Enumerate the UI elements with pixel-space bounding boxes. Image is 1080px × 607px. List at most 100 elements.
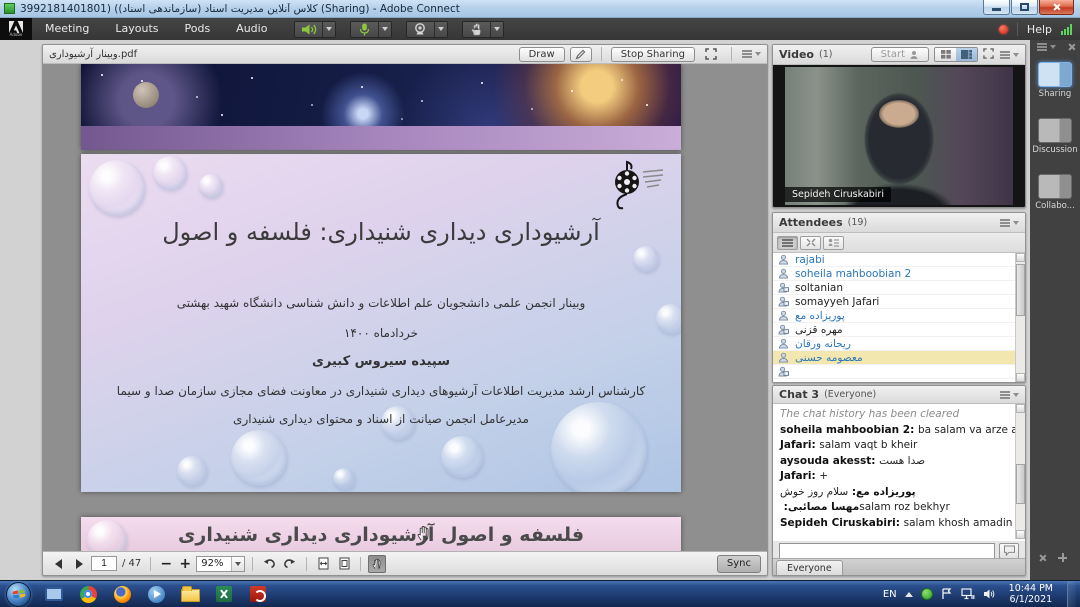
attendee-row[interactable]: ریحانه ورقان <box>773 337 1025 351</box>
attendee-row[interactable]: soltanian <box>773 281 1025 295</box>
delete-layout-icon[interactable] <box>1038 554 1046 562</box>
layout-discussion[interactable]: Discussion <box>1030 118 1080 155</box>
attendee-row[interactable]: rajabi <box>773 253 1025 267</box>
attendees-scrollbar[interactable] <box>1015 253 1025 382</box>
chat-scrollbar[interactable] <box>1015 404 1025 539</box>
desktop: 3992181401801) (کلاس آنلاین مدیریت اسناد… <box>0 0 1080 607</box>
grid-view-button[interactable] <box>935 48 956 61</box>
stop-sharing-button[interactable]: Stop Sharing <box>611 47 695 62</box>
attendee-row[interactable]: پوریزاده مع <box>773 309 1025 323</box>
zoom-out-button[interactable]: − <box>158 555 174 573</box>
zoom-dropdown-icon[interactable] <box>231 557 244 571</box>
start-button[interactable] <box>6 582 31 607</box>
connection-status-icon[interactable] <box>1061 24 1072 35</box>
microphone-button[interactable] <box>351 22 378 37</box>
layout-bar-close-icon[interactable] <box>1067 43 1075 51</box>
pointer-tool-button[interactable] <box>570 47 592 62</box>
host-icon <box>778 324 789 335</box>
chat-messages[interactable]: The chat history has been cleared soheil… <box>773 404 1025 539</box>
window-title: 3992181401801) (کلاس آنلاین مدیریت اسناد… <box>20 3 460 15</box>
participant-icon <box>778 268 789 279</box>
next-page-button[interactable] <box>70 555 88 573</box>
microphone-dropdown[interactable] <box>378 22 391 37</box>
webcam-dropdown[interactable] <box>434 22 447 37</box>
chat-input[interactable] <box>779 543 995 559</box>
host-icon <box>778 296 789 307</box>
add-layout-icon[interactable] <box>1058 553 1067 562</box>
attendee-status-view-button[interactable] <box>823 236 844 250</box>
network-icon[interactable] <box>961 588 975 600</box>
start-webcam-button[interactable]: Start <box>871 47 929 62</box>
help-menu[interactable]: Help <box>1027 23 1052 36</box>
speaker-control <box>294 21 336 38</box>
speaker-dropdown[interactable] <box>322 22 335 37</box>
video-pod-count: (1) <box>819 49 832 60</box>
taskbar-icon-media-player[interactable] <box>141 583 171 606</box>
zoom-select[interactable]: 92% <box>196 556 245 572</box>
menu-pods[interactable]: Pods <box>171 18 223 40</box>
attendee-row-partial[interactable] <box>773 365 1025 379</box>
show-hidden-icons-button[interactable] <box>905 592 913 597</box>
menu-meeting[interactable]: Meeting <box>32 18 102 40</box>
zoom-in-button[interactable]: + <box>177 555 193 573</box>
fit-page-button[interactable] <box>335 555 353 573</box>
close-button[interactable] <box>1039 0 1074 15</box>
attendee-list-view-button[interactable] <box>777 236 798 250</box>
attendees-list[interactable]: rajabi soheila mahboobian 2 soltanian so… <box>773 253 1025 382</box>
menu-layouts[interactable]: Layouts <box>102 18 171 40</box>
attendees-pod-menu-icon[interactable] <box>999 221 1019 225</box>
hand-tool-button[interactable] <box>368 555 386 573</box>
pointer-icon <box>575 49 586 60</box>
raise-hand-button[interactable] <box>463 22 490 37</box>
chat-pod-menu-icon[interactable] <box>999 393 1019 397</box>
webcam-button[interactable] <box>407 22 434 37</box>
attendee-name: معصومه حسنی <box>795 352 863 364</box>
document-viewport[interactable]: آرشیوداری دیداری شنیداری: فلسفه و اصول و… <box>43 64 767 551</box>
send-message-button[interactable] <box>999 543 1019 559</box>
chat-tab-everyone[interactable]: Everyone <box>776 560 843 575</box>
video-pod-menu-icon[interactable] <box>999 53 1019 57</box>
taskbar-icon-messenger[interactable] <box>39 583 69 606</box>
layout-collaboration[interactable]: Collabo... <box>1030 174 1080 211</box>
attendees-pod-header: Attendees (19) <box>773 213 1025 233</box>
clock-time: 10:44 PM <box>1009 583 1053 594</box>
taskbar-icon-excel[interactable] <box>209 583 239 606</box>
attendee-row[interactable]: somayyeh Jafari <box>773 295 1025 309</box>
taskbar-icon-acrobat[interactable] <box>243 583 273 606</box>
breakout-view-button[interactable] <box>800 236 821 250</box>
speaker-button[interactable] <box>295 22 322 37</box>
fit-width-button[interactable] <box>314 555 332 573</box>
participant-icon <box>778 352 789 363</box>
volume-icon[interactable] <box>983 588 995 600</box>
taskbar-icon-chrome[interactable] <box>73 583 103 606</box>
clock[interactable]: 10:44 PM 6/1/2021 <box>1003 583 1059 605</box>
rotate-left-button[interactable] <box>260 555 278 573</box>
host-icon <box>778 282 789 293</box>
attendee-row[interactable]: مهره قزنی <box>773 323 1025 337</box>
chat-tabs: Everyone <box>773 558 1025 575</box>
share-pod-menu-icon[interactable] <box>741 52 761 56</box>
attendee-row-selected[interactable]: معصومه حسنی <box>773 351 1025 365</box>
status-dropdown[interactable] <box>490 22 503 37</box>
show-desktop-button[interactable] <box>1067 581 1076 607</box>
fullscreen-button[interactable] <box>700 47 722 62</box>
draw-button[interactable]: Draw <box>519 47 565 62</box>
sync-button[interactable]: Sync <box>717 555 761 573</box>
tray-app-icon[interactable] <box>921 588 933 600</box>
language-indicator[interactable]: EN <box>883 589 897 600</box>
taskbar-icon-explorer-folder[interactable] <box>175 583 205 606</box>
minimize-button[interactable] <box>983 0 1010 15</box>
layout-sharing[interactable]: Sharing <box>1030 62 1080 99</box>
maximize-button[interactable] <box>1011 0 1038 15</box>
window-controls <box>982 0 1074 15</box>
previous-page-button[interactable] <box>49 555 67 573</box>
taskbar-icon-firefox[interactable] <box>107 583 137 606</box>
video-fullscreen-button[interactable] <box>983 48 994 62</box>
filmstrip-view-button[interactable] <box>956 48 977 61</box>
layout-bar-menu-icon[interactable] <box>1036 45 1056 49</box>
page-number-input[interactable] <box>91 556 117 571</box>
rotate-right-button[interactable] <box>281 555 299 573</box>
menu-audio[interactable]: Audio <box>223 18 280 40</box>
action-center-flag-icon[interactable] <box>941 588 953 600</box>
attendee-row[interactable]: soheila mahboobian 2 <box>773 267 1025 281</box>
